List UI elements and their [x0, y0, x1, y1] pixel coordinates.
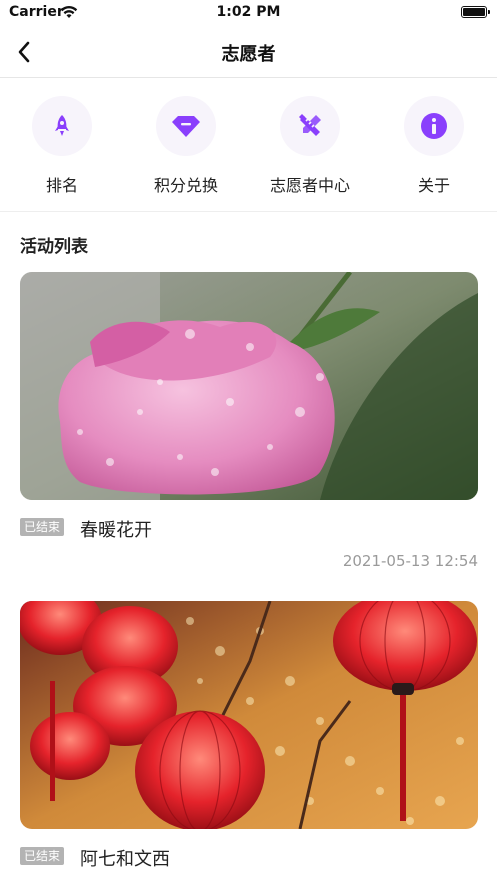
activity-card[interactable]: 已结束 春暖花开 2021-05-13 12:54	[20, 272, 478, 577]
menu-item-points-exchange[interactable]: 积分兑换	[136, 96, 236, 206]
battery-icon	[461, 6, 490, 18]
battery-tip	[488, 10, 490, 14]
menu-item-volunteer-center[interactable]: 志愿者中心	[260, 96, 360, 206]
quick-menu: 排名 积分兑换 志愿者中心 关于	[0, 78, 497, 212]
info-icon	[404, 96, 464, 156]
menu-item-label: 志愿者中心	[269, 176, 350, 195]
page-title: 志愿者	[221, 44, 276, 65]
activity-image-lanterns[interactable]	[20, 601, 478, 829]
gem-icon	[156, 96, 216, 156]
rocket-icon	[32, 96, 92, 156]
menu-item-about[interactable]: 关于	[384, 96, 484, 206]
menu-item-ranking[interactable]: 排名	[12, 96, 112, 206]
section-title: 活动列表	[20, 237, 88, 257]
status-badge: 已结束	[20, 518, 65, 536]
tools-icon	[280, 96, 340, 156]
activity-date: 2021-05-13 12:54	[342, 552, 478, 570]
navigation-bar: 志愿者	[0, 26, 497, 78]
activity-image-rose[interactable]	[20, 272, 478, 500]
menu-item-label: 积分兑换	[153, 176, 218, 195]
menu-item-label: 关于	[417, 176, 450, 195]
activity-title: 春暖花开	[80, 520, 152, 541]
status-badge: 已结束	[20, 847, 65, 865]
battery-level	[463, 8, 485, 16]
activity-title: 阿七和文西	[80, 849, 170, 870]
menu-item-label: 排名	[45, 176, 78, 195]
clock-time: 1:02 PM	[216, 4, 281, 20]
activity-card[interactable]: 已结束 阿七和文西	[20, 601, 478, 883]
status-bar: Carrier 1:02 PM	[0, 0, 497, 26]
